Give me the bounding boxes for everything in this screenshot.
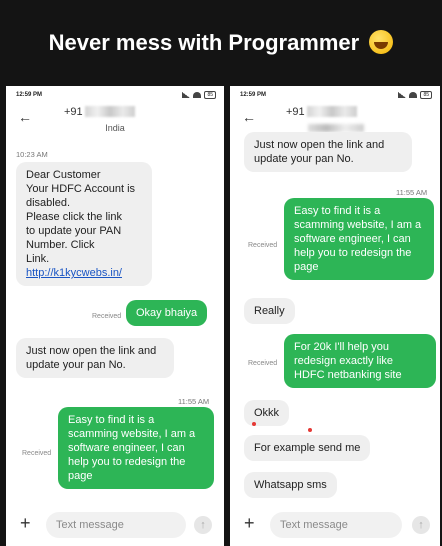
wifi-icon: [409, 92, 418, 98]
back-arrow-icon[interactable]: ←: [242, 110, 256, 124]
contact-country: India: [105, 123, 125, 133]
phone-screenshot-left: 12:59 PM 85 ← +91 India 10:23 AM Dear Cu…: [6, 86, 224, 546]
status-icons: 85: [182, 91, 216, 99]
back-arrow-icon[interactable]: ←: [18, 110, 32, 124]
send-icon[interactable]: ↑: [194, 516, 212, 534]
status-icons: 85: [398, 91, 432, 99]
message-line: Please click the link: [26, 211, 122, 223]
contact-number[interactable]: +91: [286, 106, 357, 118]
incoming-message[interactable]: Just now open the link and update your p…: [244, 132, 412, 172]
outgoing-message[interactable]: Easy to find it is a scamming website, I…: [58, 407, 214, 489]
phone-screenshot-right: 12:59 PM 85 ← +91 Just now open the link…: [230, 86, 440, 546]
red-dot-marker: [308, 428, 312, 432]
status-bar: 12:59 PM 85: [6, 86, 224, 104]
status-time: 12:59 PM: [16, 92, 43, 98]
contact-number[interactable]: +91: [64, 106, 135, 118]
meme-title-text: Never mess with Programmer: [48, 30, 360, 55]
time-label: 11:55 AM: [178, 397, 210, 406]
message-line: to update your PAN: [26, 225, 122, 237]
received-label: Received: [22, 450, 52, 457]
message-line: Number. Click: [26, 239, 95, 251]
red-dot-marker: [252, 422, 256, 426]
signal-icon: [182, 92, 191, 98]
message-input[interactable]: [270, 512, 402, 538]
outgoing-message[interactable]: For 20k I'll help you redesign exactly l…: [284, 334, 436, 388]
message-line: Link.: [26, 253, 50, 265]
contact-prefix: +91: [286, 106, 305, 118]
received-label: Received: [92, 313, 122, 320]
redacted-number: [84, 106, 135, 117]
message-input-wrapper: [270, 512, 402, 538]
message-line: disabled.: [26, 197, 71, 209]
compose-bar: + ↑: [6, 506, 224, 546]
wifi-icon: [193, 92, 202, 98]
compose-bar: + ↑: [230, 506, 440, 546]
meme-title: Never mess with Programmer: [0, 30, 442, 56]
plus-icon[interactable]: +: [244, 514, 255, 532]
send-icon[interactable]: ↑: [412, 516, 430, 534]
redacted-number: [306, 106, 357, 117]
signal-icon: [398, 92, 407, 98]
incoming-message[interactable]: For example send me: [244, 435, 371, 461]
status-bar: 12:59 PM 85: [230, 86, 440, 104]
message-line: Your HDFC Account is: [26, 183, 136, 195]
battery-icon: 85: [204, 91, 216, 99]
plus-icon[interactable]: +: [20, 514, 31, 532]
message-line: Dear Customer: [26, 169, 101, 181]
redacted-country: [308, 124, 364, 132]
message-input[interactable]: [46, 512, 186, 538]
contact-prefix: +91: [64, 106, 83, 118]
time-label: 11:55 AM: [396, 188, 428, 197]
incoming-message-phishing[interactable]: Dear Customer Your HDFC Account is disab…: [16, 162, 152, 286]
outgoing-message[interactable]: Easy to find it is a scamming website, I…: [284, 198, 434, 280]
outgoing-message[interactable]: Okay bhaiya: [126, 300, 208, 326]
battery-icon: 85: [420, 91, 432, 99]
time-label: 10:23 AM: [16, 150, 48, 159]
incoming-message[interactable]: Just now open the link and update your p…: [16, 338, 174, 378]
message-input-wrapper: [46, 512, 186, 538]
received-label: Received: [248, 242, 278, 249]
status-time: 12:59 PM: [240, 92, 267, 98]
phishing-link[interactable]: http://k1kycwebs.in/: [26, 267, 122, 279]
received-label: Received: [248, 360, 278, 367]
laughing-tears-emoji-icon: [369, 30, 394, 54]
incoming-message[interactable]: Really: [244, 298, 295, 324]
incoming-message[interactable]: Okkk: [244, 400, 290, 426]
incoming-message[interactable]: Whatsapp sms: [244, 472, 337, 498]
